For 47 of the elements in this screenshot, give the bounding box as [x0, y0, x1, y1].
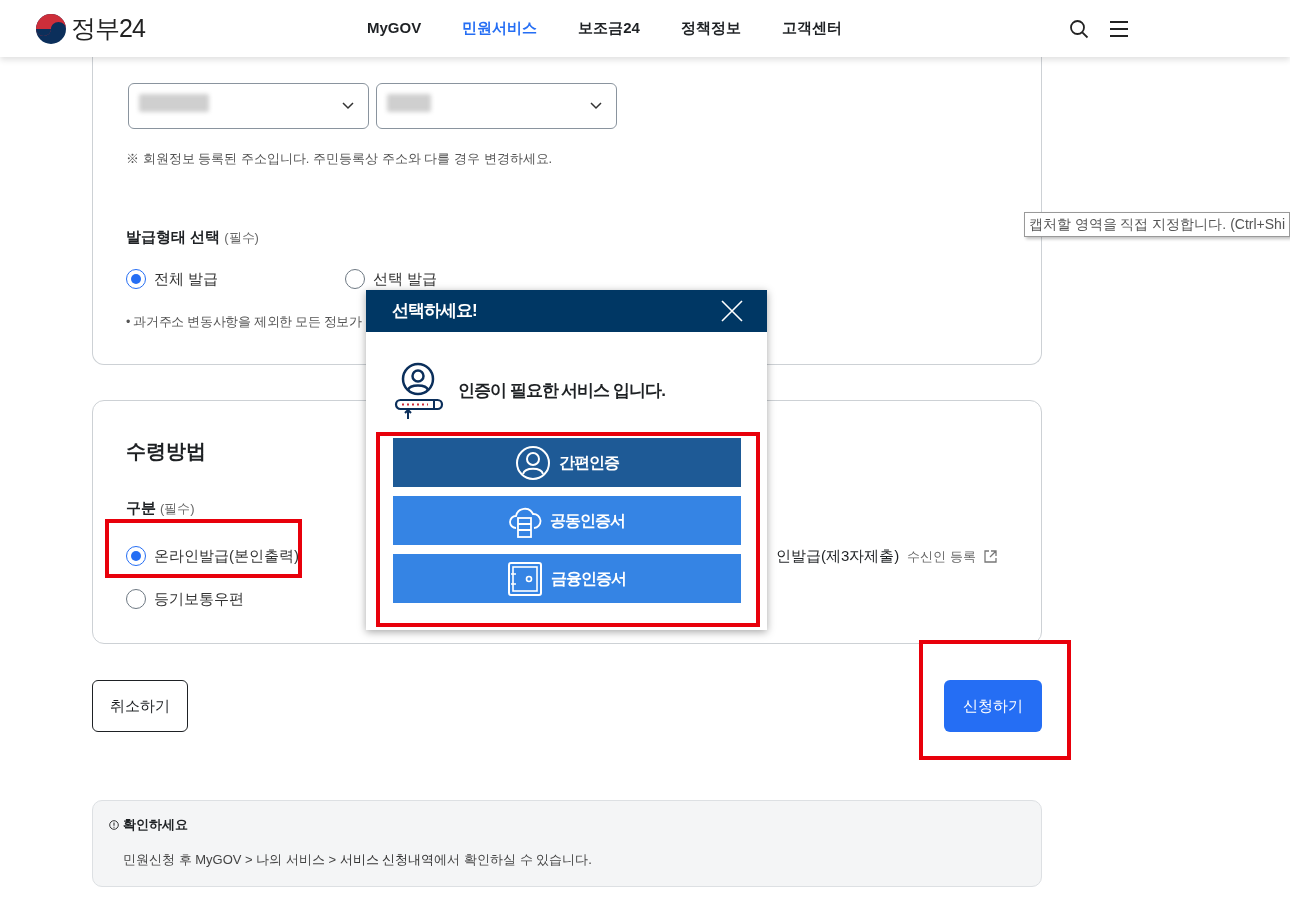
safe-icon	[507, 560, 543, 597]
external-link-icon[interactable]	[983, 549, 997, 563]
notice-title: 확인하세요	[123, 815, 188, 834]
menu-icon[interactable]	[1108, 19, 1129, 38]
cancel-button[interactable]: 취소하기	[92, 679, 188, 732]
tooltip: 캡처할 영역을 직접 지정합니다. (Ctrl+Shi	[1023, 212, 1290, 237]
user-icon	[514, 444, 551, 481]
radio-icon[interactable]	[126, 546, 146, 567]
radio-icon[interactable]	[126, 588, 146, 609]
chevron-down-icon	[342, 102, 354, 110]
radio-icon[interactable]	[345, 269, 365, 290]
user-password-icon	[394, 362, 446, 420]
note-text: ※ 회원정보 등록된 주소입니다. 주민등록상 주소와 다를 경우 변경하세요.	[126, 150, 554, 168]
nav-link[interactable]: 민원서비스	[462, 17, 538, 40]
select-field[interactable]	[376, 83, 617, 129]
radio-option[interactable]: 등기보통우편	[126, 587, 244, 610]
radio-icon[interactable]	[126, 269, 146, 290]
logo-icon[interactable]	[35, 12, 67, 45]
register-link[interactable]: 수신인 등록	[907, 546, 976, 566]
field-label: 발급형태 선택	[126, 226, 221, 247]
option-label[interactable]: 인발급(제3자제출)	[776, 545, 900, 568]
nav-link[interactable]: 고객센터	[781, 17, 842, 40]
close-icon[interactable]	[721, 300, 743, 322]
radio-option[interactable]: 전체 발급	[126, 268, 345, 291]
auth-option-button[interactable]: 간편인증	[392, 438, 741, 487]
nav-link[interactable]: 보조금24	[578, 17, 640, 40]
chevron-down-icon	[590, 102, 602, 110]
notice-text: 민원신청 후 MyGOV > 나의 서비스 > 서비스 신청내역에서 확인하실 수 있습니다.	[122, 851, 593, 870]
required-text: (필수)	[160, 499, 195, 518]
required-text: (필수)	[224, 228, 259, 247]
auth-option-button[interactable]: 공동인증서	[392, 496, 741, 545]
search-icon[interactable]	[1068, 18, 1089, 39]
modal-title: 선택하세요!	[392, 300, 477, 323]
logo-text[interactable]: 정부24	[71, 9, 145, 48]
field-label: 구분	[126, 497, 156, 518]
radio-option[interactable]: 온라인발급(본인출력)	[126, 545, 299, 568]
modal-message: 인증이 필요한 서비스 입니다.	[458, 380, 665, 403]
section-title: 수령방법	[126, 439, 206, 462]
auth-option-button[interactable]: 금융인증서	[392, 554, 741, 603]
nav-link[interactable]: 정책정보	[680, 17, 741, 40]
radio-option[interactable]: 선택 발급	[345, 268, 564, 291]
select-field[interactable]	[128, 83, 369, 129]
note-text: • 과거주소 변동사항을 제외한 모든 정보가	[126, 314, 362, 329]
history-link[interactable]: 서비스 신청내역	[339, 852, 435, 868]
nav-link[interactable]: MyGOV	[367, 17, 422, 40]
submit-button[interactable]: 신청하기	[944, 679, 1042, 732]
info-icon	[109, 819, 119, 830]
